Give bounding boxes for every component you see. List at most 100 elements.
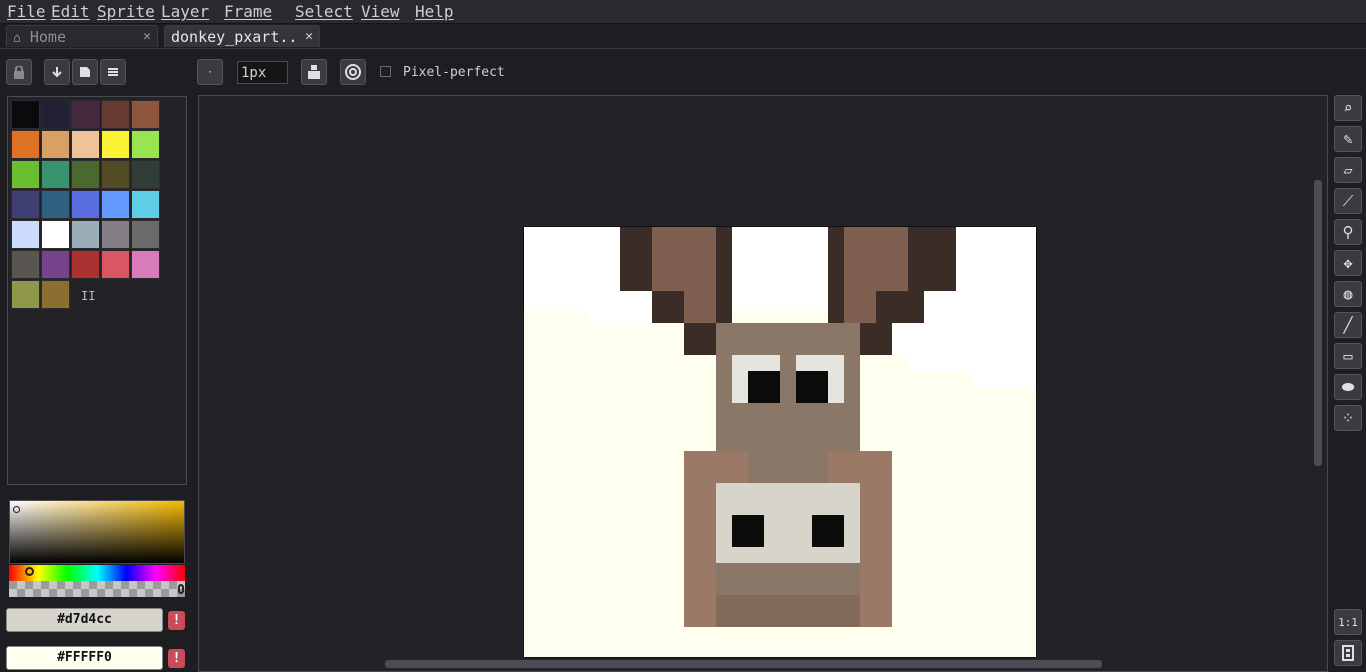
palette-swatch[interactable] xyxy=(101,130,130,159)
menu-layer[interactable]: Layer xyxy=(161,2,209,21)
menu-file[interactable]: File xyxy=(7,2,46,21)
close-icon[interactable]: ✕ xyxy=(305,26,313,48)
menu-frame[interactable]: Frame xyxy=(224,2,272,21)
palette-swatch[interactable] xyxy=(101,160,130,189)
background-warning-button[interactable]: ! xyxy=(168,649,185,668)
palette-swatch[interactable] xyxy=(41,280,70,309)
background-color-field[interactable]: #FFFFF0 xyxy=(6,646,163,670)
tab-home-label: Home xyxy=(29,28,66,46)
palette-swatch[interactable] xyxy=(11,220,40,249)
palette-swatch[interactable] xyxy=(101,100,130,129)
ink-bottle-icon xyxy=(308,65,320,79)
palette-swatch[interactable] xyxy=(101,250,130,279)
palette-swatch[interactable] xyxy=(101,190,130,219)
import-button[interactable] xyxy=(44,59,70,85)
dot-icon: · xyxy=(206,66,214,78)
pencil-icon: ✎ xyxy=(1343,130,1353,148)
menu-sprite[interactable]: Sprite xyxy=(97,2,155,21)
palette-swatch[interactable] xyxy=(11,100,40,129)
palette-swatch[interactable] xyxy=(41,160,70,189)
menu-view[interactable]: View xyxy=(361,2,400,21)
palette-swatch[interactable] xyxy=(11,190,40,219)
document-icon xyxy=(80,67,90,77)
line-icon: ╱ xyxy=(1343,316,1353,334)
foreground-color-field[interactable]: #d7d4cc xyxy=(6,608,163,632)
rectangle-tool-button[interactable]: ▭ xyxy=(1334,343,1362,369)
palette-swatch[interactable] xyxy=(71,190,100,219)
palette-swatch[interactable] xyxy=(11,280,40,309)
line-tool-button[interactable]: ╱ xyxy=(1334,312,1362,338)
horizontal-scrollbar[interactable] xyxy=(385,660,1102,668)
palette-swatch[interactable] xyxy=(41,190,70,219)
brush-type-button[interactable]: · xyxy=(197,59,223,85)
palette-swatch[interactable] xyxy=(71,100,100,129)
hue-cursor[interactable] xyxy=(25,567,34,576)
spray-icon: ⁘ xyxy=(1341,409,1355,427)
tab-document[interactable]: donkey_pxart.. ✕ xyxy=(164,25,320,47)
ellipse-tool-button[interactable]: ⬬ xyxy=(1334,374,1362,400)
menu-icon xyxy=(108,68,118,76)
palette-swatch[interactable] xyxy=(101,220,130,249)
eraser-tool-button[interactable]: ▱ xyxy=(1334,157,1362,183)
alpha-cursor[interactable] xyxy=(178,584,184,594)
pixel-perfect-label: Pixel-perfect xyxy=(403,65,505,80)
palette-swatch[interactable] xyxy=(71,250,100,279)
zoom-reset-label: 1:1 xyxy=(1338,615,1358,629)
donkey-sprite xyxy=(524,227,1036,627)
ink-button[interactable] xyxy=(301,59,327,85)
palette-swatch[interactable] xyxy=(71,220,100,249)
paint-bucket-tool-button[interactable]: ◍ xyxy=(1334,281,1362,307)
tab-home[interactable]: ⌂ Home ✕ xyxy=(6,25,158,47)
tab-document-label: donkey_pxart.. xyxy=(171,28,298,46)
palette-panel xyxy=(7,96,187,485)
rectangle-icon: ▭ xyxy=(1343,347,1353,365)
foreground-warning-button[interactable]: ! xyxy=(168,611,185,630)
saturation-value-picker[interactable] xyxy=(9,500,185,564)
sv-cursor[interactable] xyxy=(13,506,20,513)
move-tool-button[interactable]: ✥ xyxy=(1334,250,1362,276)
palette-swatch[interactable] xyxy=(71,160,100,189)
palette-menu-button[interactable] xyxy=(100,59,126,85)
menu-edit[interactable]: Edit xyxy=(51,2,90,21)
menu-select[interactable]: Select xyxy=(295,2,353,21)
palette-swatch[interactable] xyxy=(11,250,40,279)
pressure-button[interactable] xyxy=(340,59,366,85)
palette-resize-handle[interactable]: II xyxy=(81,289,95,303)
palette-swatch[interactable] xyxy=(131,250,160,279)
lasso-select-tool-button[interactable]: ⌕ xyxy=(1334,95,1362,121)
palette-swatch[interactable] xyxy=(131,160,160,189)
pencil-tool-button[interactable]: ✎ xyxy=(1334,126,1362,152)
palette-swatch[interactable] xyxy=(41,130,70,159)
palette-swatch[interactable] xyxy=(41,220,70,249)
palette-swatch[interactable] xyxy=(11,160,40,189)
save-palette-button[interactable] xyxy=(72,59,98,85)
zoom-tool-button[interactable]: ⚲ xyxy=(1334,219,1362,245)
palette-swatch[interactable] xyxy=(11,130,40,159)
menu-help[interactable]: Help xyxy=(415,2,454,21)
palette-swatch[interactable] xyxy=(131,100,160,129)
exclamation-icon: ! xyxy=(172,613,181,628)
home-icon: ⌂ xyxy=(13,31,21,46)
palette-swatch[interactable] xyxy=(71,130,100,159)
hue-slider[interactable] xyxy=(9,565,185,581)
tab-bar: ⌂ Home ✕ donkey_pxart.. ✕ xyxy=(0,24,1366,49)
pixel-perfect-checkbox[interactable] xyxy=(380,66,391,77)
zoom-reset-button[interactable]: 1:1 xyxy=(1334,609,1362,635)
timeline-button[interactable] xyxy=(1334,640,1362,666)
lock-button[interactable] xyxy=(6,59,32,85)
alpha-slider[interactable] xyxy=(9,581,185,597)
menu-bar: File Edit Sprite Layer Frame Select View… xyxy=(0,0,1366,24)
palette-swatch[interactable] xyxy=(131,190,160,219)
close-icon[interactable]: ✕ xyxy=(143,26,151,48)
brush-size-input[interactable] xyxy=(237,61,288,84)
eyedropper-tool-button[interactable]: ⟋ xyxy=(1334,188,1362,214)
palette-swatch[interactable] xyxy=(41,250,70,279)
sprite-canvas[interactable] xyxy=(523,226,1037,658)
lock-icon xyxy=(14,65,24,79)
spray-tool-button[interactable]: ⁘ xyxy=(1334,405,1362,431)
palette-swatch[interactable] xyxy=(131,220,160,249)
vertical-scrollbar[interactable] xyxy=(1314,180,1322,466)
ellipse-icon: ⬬ xyxy=(1341,378,1355,396)
palette-swatch[interactable] xyxy=(131,130,160,159)
palette-swatch[interactable] xyxy=(41,100,70,129)
